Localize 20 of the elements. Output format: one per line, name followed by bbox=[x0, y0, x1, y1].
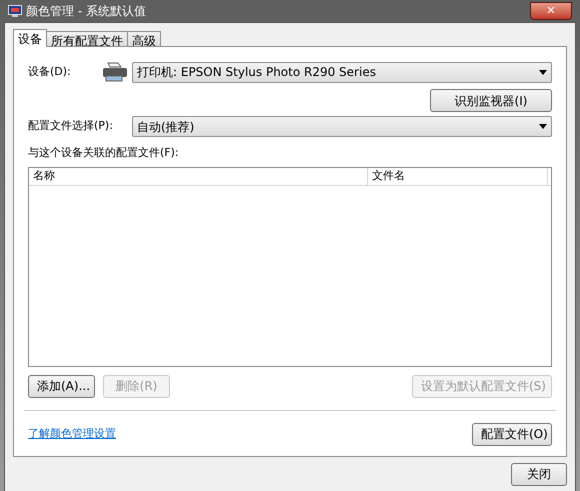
add-button[interactable]: 添加(A)... bbox=[28, 374, 95, 398]
tab[interactable]: 所有配置文件 bbox=[46, 31, 128, 47]
column-header[interactable]: 名称 bbox=[29, 168, 368, 184]
tab[interactable]: 设备 bbox=[13, 29, 47, 47]
profile-selection-dropdown[interactable]: 自动(推荐) bbox=[132, 116, 552, 137]
profiles-button[interactable]: 配置文件(O) bbox=[472, 422, 552, 446]
dropdown-arrow-icon bbox=[539, 70, 547, 74]
device-label: 设备(D): bbox=[28, 64, 72, 80]
learn-color-management-link[interactable]: 了解颜色管理设置 bbox=[28, 426, 116, 442]
dropdown-arrow-icon bbox=[539, 124, 547, 129]
close-dialog-button[interactable]: 关闭 bbox=[511, 462, 567, 486]
profile-selection-label: 配置文件选择(P): bbox=[28, 118, 114, 134]
associated-profiles-label: 与这个设备关联的配置文件(F): bbox=[28, 145, 180, 161]
monitor-icon bbox=[8, 5, 22, 17]
tab[interactable]: 高级 bbox=[127, 31, 161, 47]
window-title: 颜色管理 - 系统默认值 bbox=[26, 3, 147, 20]
printer-icon bbox=[102, 61, 128, 83]
column-header[interactable]: 文件名 bbox=[368, 168, 548, 184]
device-dropdown[interactable]: 打印机: EPSON Stylus Photo R290 Series bbox=[132, 62, 552, 82]
identify-monitor-button[interactable]: 识别监视器(I) bbox=[430, 89, 552, 112]
